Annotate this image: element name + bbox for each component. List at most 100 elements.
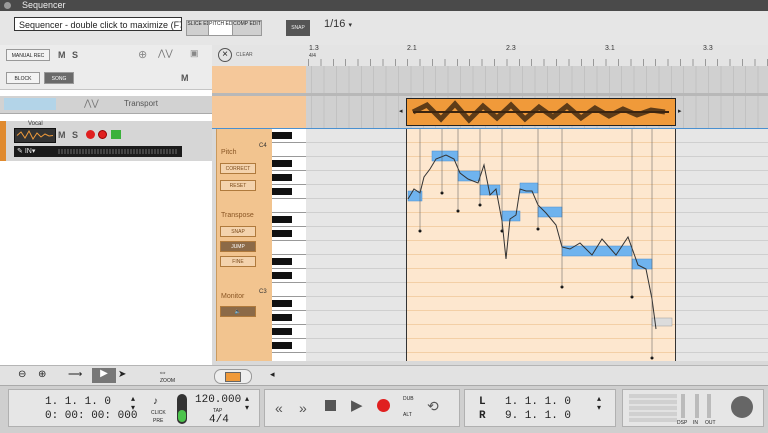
sequencer-bottom-toolbar: ⊖ ⊕ ⟶ ▶ ➤ ⇔ ZOOM ◂ [0,365,768,386]
clip-end-handle-icon[interactable]: ▸ [678,107,682,115]
system-meters: DSP IN OUT [622,389,764,427]
black-key [272,216,292,223]
black-key [272,314,292,321]
stop-icon[interactable] [325,400,336,411]
locator-stepper-icon[interactable]: ▴ ▾ [597,394,601,412]
comp-edit-button[interactable]: COMP EDIT [232,20,262,36]
loop-pre-region [212,66,306,93]
tooltip: Sequencer - double click to maximize (F7… [14,17,182,31]
loop-icon[interactable]: ⟲ [427,398,439,415]
left-locator-value[interactable]: 1. 1. 1. 0 [505,396,571,408]
input-meter: ✎ IN▾ [14,146,182,157]
reason-logo-icon [731,396,753,418]
dsp-label: DSP [677,420,688,426]
timeline-ruler[interactable]: × CLEAR 1.3 4/4 2.1 2.3 3.1 3.3 [212,45,768,67]
in-meter [695,394,699,418]
track-list [0,45,212,365]
input-select[interactable]: ✎ IN▾ [17,146,35,157]
track-options-icon[interactable]: ▣ [190,48,199,59]
right-locator-value[interactable]: 9. 1. 1. 0 [505,410,571,422]
fine-transpose-button[interactable]: FINE [220,256,256,267]
transport-track[interactable]: ⋀⋁ [0,96,212,114]
track-list-modes: BLOCK SONG M [0,67,212,90]
snap-button[interactable]: SNAP [286,20,310,36]
ruler-tick: 1.3 4/4 [309,45,319,59]
metronome-icon[interactable]: ♪ [153,396,158,407]
monitor-icon[interactable] [98,130,107,139]
zoom-tool-icon[interactable]: ⇔ [158,367,167,377]
tempo-value[interactable]: 120.000 [195,394,241,406]
clip-start-handle-icon[interactable]: ◂ [399,107,403,115]
block-button[interactable]: BLOCK [6,72,40,84]
vocal-track-name[interactable]: Vocal [28,121,43,127]
song-button[interactable]: SONG [44,72,74,84]
fast-forward-icon[interactable]: » [299,400,307,416]
alt-label[interactable]: ALT [403,412,412,418]
mute-all-button[interactable]: M [58,50,66,60]
master-mute-button[interactable]: M [181,73,189,83]
clear-icon[interactable]: × [218,48,232,62]
speaker-icon[interactable] [111,130,121,139]
solo-all-button[interactable]: S [72,50,78,60]
horizontal-scrollbar[interactable] [214,369,252,384]
song-position-bars[interactable]: 1. 1. 1. 0 [45,396,111,408]
c4-label: C4 [259,143,267,149]
correct-button[interactable]: CORRECT [220,163,256,174]
snap-transpose-button[interactable]: SNAP [220,226,256,237]
black-key [272,258,292,265]
dub-label[interactable]: DUB [403,396,414,402]
dsp-meter [681,394,685,418]
slider-fill [178,410,186,422]
ruler-tick: 3.1 [605,45,615,52]
pre-label: PRE [153,418,164,424]
time-signature[interactable]: 4/4 [209,414,229,426]
arrow-tool-icon[interactable]: ⟶ [68,369,82,380]
pencil-tool-icon[interactable]: ▶ [92,368,116,383]
reset-button[interactable]: RESET [220,180,256,191]
right-locator-label: R [479,410,486,422]
dsp-indicators [629,394,677,422]
window-close-icon[interactable] [4,2,11,9]
transport-track-label: Transport [124,99,158,108]
black-key [272,300,292,307]
left-locator-label: L [479,396,486,408]
position-stepper-icon[interactable]: ▴ ▾ [131,394,135,412]
vocal-waveform-icon [14,128,56,143]
vocal-mute-button[interactable]: M [58,130,66,140]
record-icon[interactable] [377,399,390,412]
automation-lane-icon[interactable]: ⋀⋁ [84,98,99,109]
black-key [272,160,292,167]
pitch-note[interactable] [501,210,521,222]
monitor-speaker-button[interactable]: 🔈 [220,306,256,317]
razor-tool-icon[interactable]: ➤ [118,369,126,380]
black-key [272,174,292,181]
piano-keyboard[interactable]: C4 C3 [259,129,307,361]
out-label: OUT [705,420,716,426]
song-position-time[interactable]: 0: 00: 00: 000 [45,410,137,422]
rewind-icon[interactable]: « [275,400,283,416]
play-icon[interactable]: ▶ [351,396,363,414]
vocal-solo-button[interactable]: S [72,130,78,140]
ruler-tick-label: 1.3 [309,45,319,52]
clip-waveform [411,100,669,124]
jump-transpose-button[interactable]: JUMP [220,241,256,252]
chevron-down-icon: ▾ [348,22,352,29]
automation-icon[interactable]: ⋀⋁ [158,48,173,59]
record-enable-icon[interactable] [86,130,95,139]
audio-clip[interactable] [406,98,676,126]
tempo-stepper-icon[interactable]: ▴ ▾ [245,394,249,412]
click-level-slider[interactable] [177,394,187,424]
ruler-tick: 2.1 [407,45,417,52]
black-key [272,272,292,279]
loop-locators: L R 1. 1. 1. 0 9. 1. 1. 0 ▴ ▾ [464,389,616,427]
scroll-thumb[interactable] [225,372,241,382]
quantize-select[interactable]: 1/16 ▾ [324,18,352,30]
pitch-edit-controls: Pitch CORRECT RESET Transpose SNAP JUMP … [216,129,273,361]
add-track-icon[interactable]: ⊕ [138,48,147,61]
manual-rec-button[interactable]: MANUAL REC [6,49,50,61]
scroll-left-icon[interactable]: ◂ [270,369,275,380]
zoom-in-icon[interactable]: ⊕ [38,369,46,380]
position-panel: 1. 1. 1. 0 0: 00: 00: 000 ▴ ▾ ♪ CLICK PRE… [8,389,260,427]
zoom-out-icon[interactable]: ⊖ [18,369,26,380]
out-meter [707,394,711,418]
